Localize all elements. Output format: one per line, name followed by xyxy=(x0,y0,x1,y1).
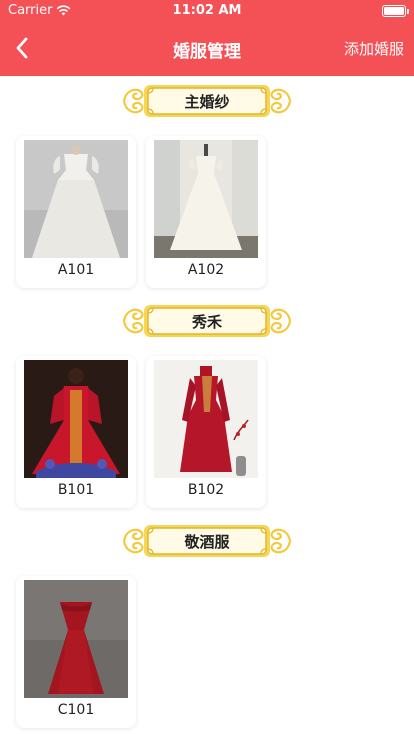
battery-icon xyxy=(382,5,409,17)
dress-code: A101 xyxy=(57,262,95,278)
dress-code: C101 xyxy=(57,702,95,718)
status-bar: Carrier 11:02 AM xyxy=(0,0,414,22)
dress-code: A102 xyxy=(187,262,225,278)
dress-card[interactable]: B101 xyxy=(16,356,136,508)
dress-photo xyxy=(24,360,128,478)
dress-code: B101 xyxy=(57,482,95,498)
dress-photo xyxy=(24,140,128,258)
section-header-xiuhe: 秀禾 xyxy=(120,301,294,341)
dress-code: B102 xyxy=(187,482,225,498)
dress-card[interactable]: A102 xyxy=(146,136,266,288)
dress-card[interactable]: A101 xyxy=(16,136,136,288)
dress-card[interactable]: C101 xyxy=(16,576,136,728)
app-header: Carrier 11:02 AM 婚服管理 添加婚服 xyxy=(0,0,414,76)
dress-photo xyxy=(24,580,128,698)
section-header-main-dress: 主婚纱 xyxy=(120,81,294,121)
dress-photo xyxy=(154,140,258,258)
add-dress-button[interactable]: 添加婚服 xyxy=(344,38,404,59)
section-title: 敬酒服 xyxy=(184,533,230,551)
section-title: 秀禾 xyxy=(191,313,222,331)
dress-photo xyxy=(154,360,258,478)
dress-card[interactable]: B102 xyxy=(146,356,266,508)
section-title: 主婚纱 xyxy=(184,93,230,111)
status-time: 11:02 AM xyxy=(172,3,242,18)
nav-bar: 婚服管理 添加婚服 xyxy=(0,22,414,76)
section-header-toast-dress: 敬酒服 xyxy=(120,521,294,561)
